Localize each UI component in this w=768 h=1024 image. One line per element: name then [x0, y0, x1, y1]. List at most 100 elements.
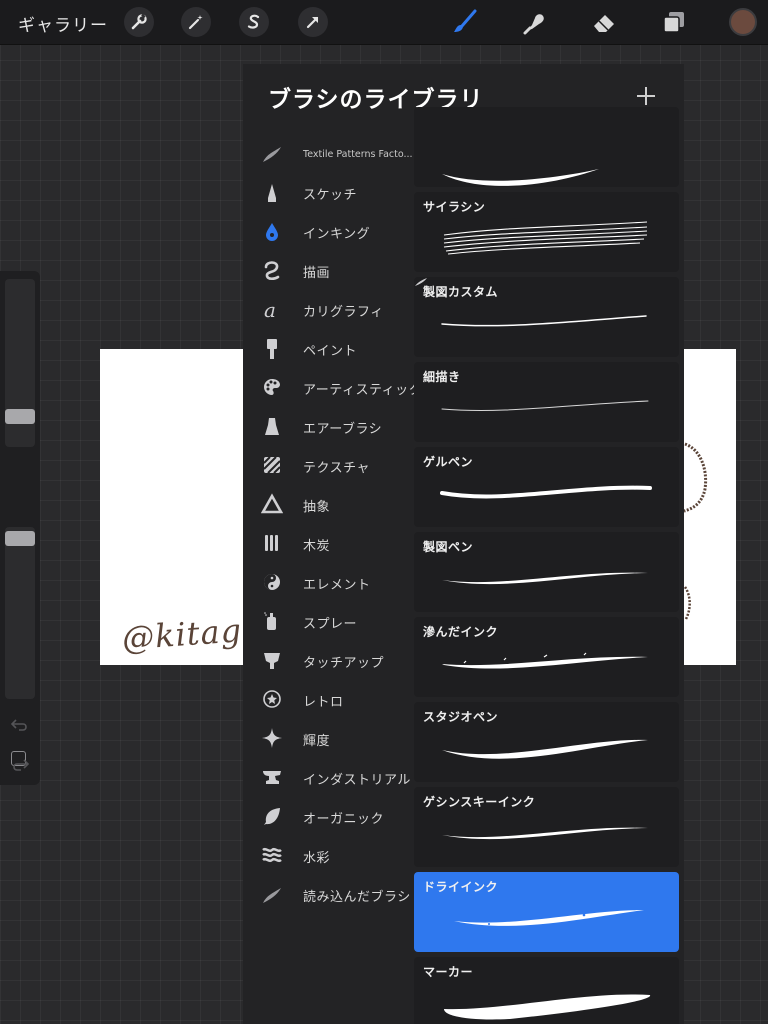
brush-item[interactable] — [414, 107, 679, 187]
gallery-button[interactable]: ギャラリー — [18, 11, 108, 36]
eraser-tool-icon[interactable] — [590, 8, 618, 36]
pencil-tip-icon — [268, 184, 276, 202]
undo-icon[interactable] — [10, 717, 30, 733]
category-label: Textile Patterns Facto... — [303, 149, 413, 160]
wrench-icon — [131, 13, 147, 30]
category-label: 木炭 — [303, 539, 331, 554]
category-item[interactable]: アーティスティック — [243, 368, 422, 407]
category-label: エアーブラシ — [303, 422, 383, 437]
spray-can-icon — [264, 612, 276, 630]
category-item[interactable]: スプレー — [243, 602, 414, 641]
brush-name: ゲシンスキーインク — [423, 795, 536, 809]
texture-icon — [263, 456, 281, 474]
category-item[interactable]: スケッチ — [243, 173, 414, 212]
category-item[interactable]: タッチアップ — [243, 641, 414, 680]
category-item[interactable]: インダストリアル — [243, 758, 414, 797]
category-item[interactable]: テクスチャ — [243, 446, 414, 485]
brush-name: サイラシン — [423, 200, 486, 214]
category-item[interactable]: Textile Patterns Facto... — [243, 134, 414, 173]
brush-item[interactable]: 細描き — [414, 362, 679, 442]
imported-brush-icon — [263, 147, 281, 162]
adjustments-button[interactable] — [181, 7, 211, 37]
brush-item[interactable]: 製図ペン — [414, 532, 679, 612]
category-label: テクスチャ — [303, 461, 370, 476]
paint-brush-icon — [267, 339, 277, 359]
category-label: 輝度 — [303, 734, 331, 749]
transform-button[interactable] — [298, 7, 328, 37]
category-label: スケッチ — [303, 188, 358, 203]
brush-name: 滲んだインク — [423, 625, 499, 639]
color-picker-button[interactable] — [729, 8, 757, 36]
brush-name: 製図カスタム — [423, 285, 499, 299]
category-item[interactable]: 輝度 — [243, 719, 414, 758]
category-item[interactable]: エアーブラシ — [243, 407, 414, 446]
imported-brush-icon — [415, 278, 427, 286]
add-brush-set-icon[interactable] — [634, 84, 658, 108]
selection-button[interactable] — [239, 7, 269, 37]
brush-item[interactable]: ゲルペン — [414, 447, 679, 527]
brush-item[interactable]: マーカー — [414, 957, 679, 1024]
arrow-cursor-icon — [306, 16, 319, 29]
category-label: カリグラフィ — [303, 305, 384, 320]
star-circle-icon — [263, 690, 281, 708]
smudge-tool-icon[interactable] — [520, 8, 548, 36]
brush-size-thumb[interactable] — [5, 409, 35, 424]
category-label: 読み込んだブラシ — [303, 890, 411, 905]
category-item[interactable]: 読み込んだブラシ — [243, 875, 414, 914]
ink-drop-icon — [266, 223, 278, 241]
brush-item[interactable]: 滲んだインク — [414, 617, 679, 697]
category-label: オーガニック — [303, 812, 385, 827]
squiggle-icon — [264, 261, 280, 281]
category-label: インダストリアル — [303, 773, 411, 788]
leaf-icon — [264, 808, 280, 825]
calligraphy-a-icon: a — [264, 298, 276, 321]
category-label: 描画 — [303, 266, 331, 281]
category-item[interactable]: インキング — [243, 212, 414, 251]
brush-name: スタジオペン — [423, 710, 499, 724]
category-label: エレメント — [303, 578, 371, 593]
airbrush-icon — [265, 418, 279, 435]
category-label: インキング — [303, 227, 371, 242]
brush-item[interactable]: ゲシンスキーインク — [414, 787, 679, 867]
brush-stroke-preview — [442, 169, 599, 186]
imported-brush-icon — [263, 888, 281, 903]
category-item[interactable]: 抽象 — [243, 485, 414, 524]
brush-item[interactable]: サイラシン — [414, 192, 679, 272]
layers-tool-icon[interactable] — [660, 8, 688, 36]
magic-wand-icon — [188, 15, 203, 30]
category-item[interactable]: 水彩 — [243, 836, 414, 875]
left-slider-bar — [0, 271, 40, 785]
anvil-icon — [263, 771, 281, 784]
brush-item-selected[interactable]: ドライインク — [414, 872, 679, 952]
category-item[interactable]: ペイント — [243, 329, 414, 368]
selection-s-icon — [247, 14, 260, 29]
brush-item[interactable]: 製図カスタム — [414, 277, 679, 357]
top-toolbar: ギャラリー — [0, 0, 768, 45]
touch-up-icon — [264, 653, 280, 669]
brush-opacity-thumb[interactable] — [5, 531, 35, 546]
category-item[interactable]: エレメント — [243, 563, 414, 602]
category-item[interactable]: レトロ — [243, 680, 414, 719]
category-item[interactable]: 描画 — [243, 251, 414, 290]
brush-name: 製図ペン — [423, 540, 474, 554]
actions-button[interactable] — [124, 7, 154, 37]
brush-tool-icon[interactable] — [451, 8, 479, 36]
category-item[interactable]: a カリグラフィ — [243, 290, 414, 329]
brush-name: マーカー — [423, 965, 474, 979]
brush-list: サイラシン製図カスタム 細描きゲルペン製図ペン滲んだインク スタジオペンゲシンスキー… — [414, 107, 679, 1024]
category-item[interactable]: 木炭 — [243, 524, 414, 563]
brush-library-panel: ブラシのライブラリ Textile Patterns Facto... スケッチイ… — [243, 64, 684, 1024]
category-label: 抽象 — [303, 500, 331, 515]
category-label: ペイント — [303, 344, 358, 359]
redo-icon[interactable] — [10, 757, 30, 773]
brush-opacity-slider[interactable] — [5, 527, 35, 699]
category-label: アーティスティック — [303, 383, 423, 398]
brush-item[interactable]: スタジオペン — [414, 702, 679, 782]
brush-name: ドライインク — [423, 880, 499, 894]
category-item[interactable]: オーガニック — [243, 797, 414, 836]
brush-name: 細描き — [423, 370, 461, 384]
brush-name: ゲルペン — [423, 455, 474, 469]
category-label: スプレー — [303, 617, 358, 632]
palette-icon — [264, 379, 280, 395]
category-label: レトロ — [303, 695, 344, 710]
